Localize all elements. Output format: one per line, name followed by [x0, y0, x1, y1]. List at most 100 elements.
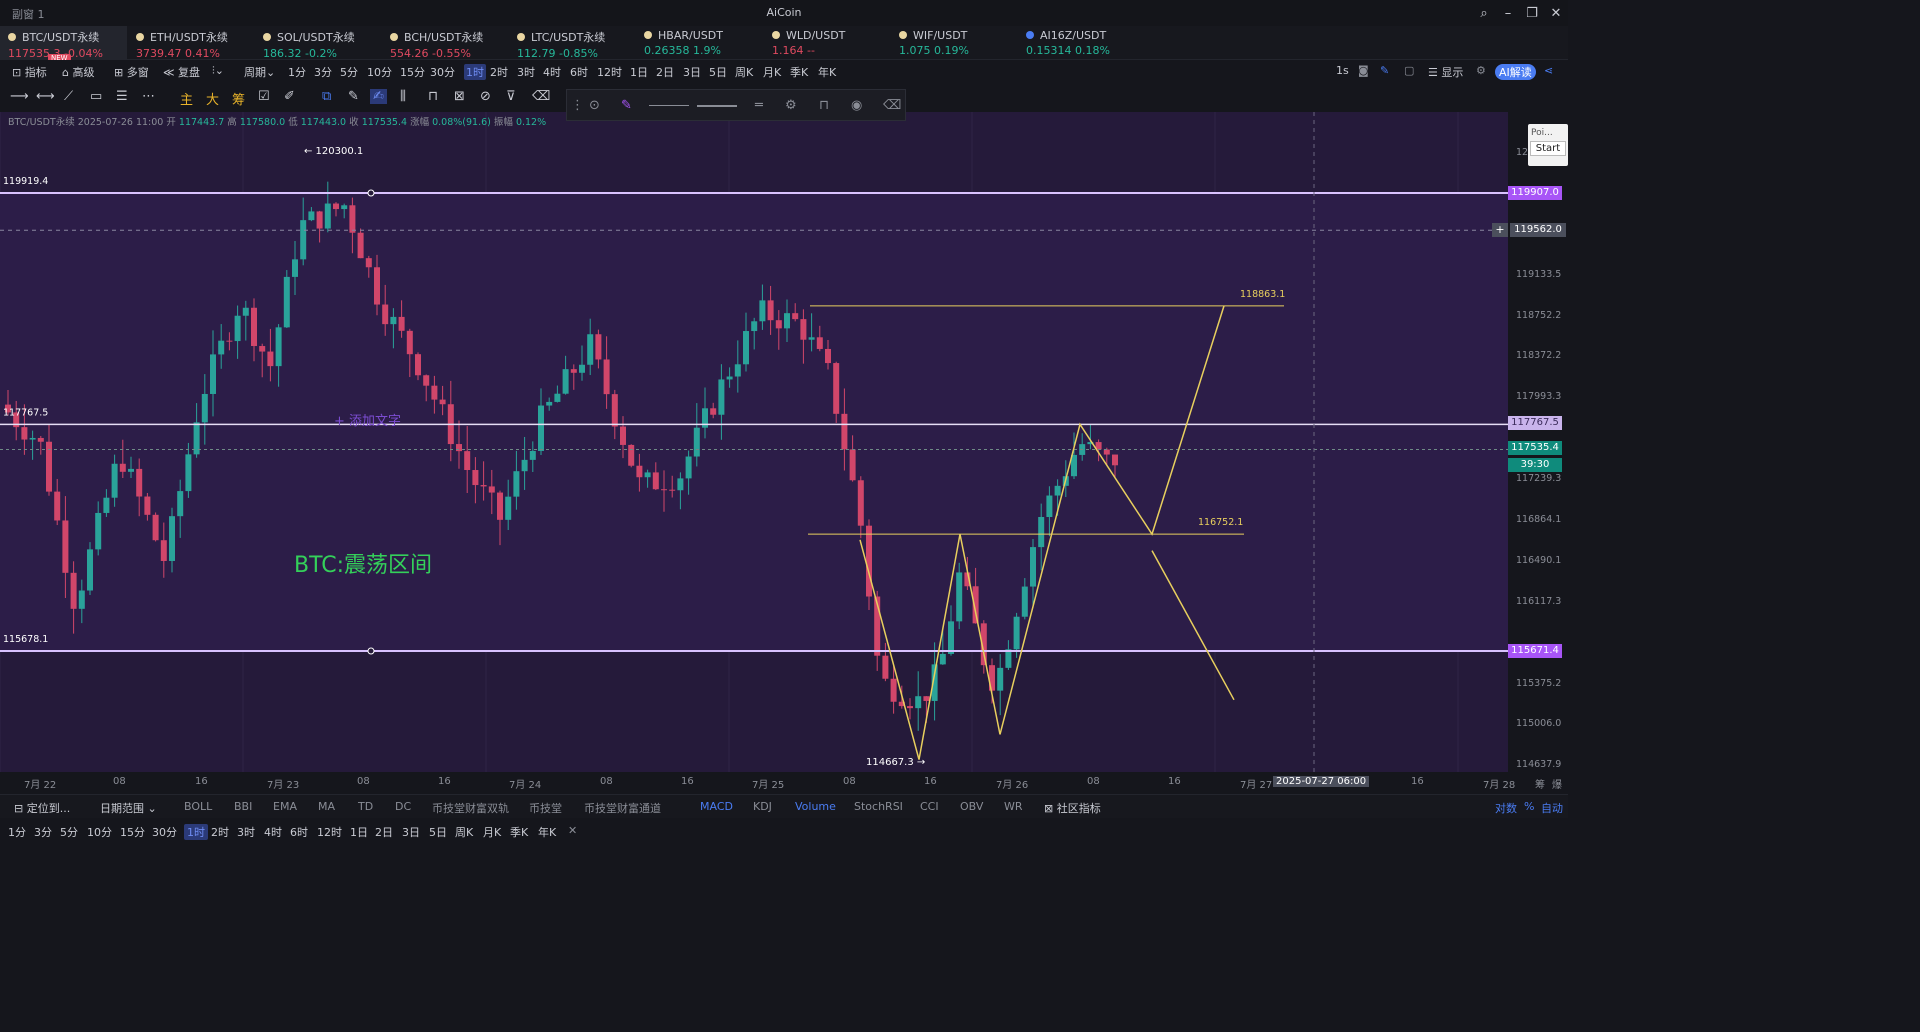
window-icon[interactable]: ▢ — [1404, 64, 1414, 77]
delete-icon[interactable]: ⌫ — [883, 98, 901, 113]
ticker-tab[interactable]: BTC/USDT永续 117535.3 -0.04% NEW — [0, 26, 127, 62]
price-chart[interactable]: 119919.4 117767.5 115678.1 118863.1 116752.1… — [0, 112, 1508, 772]
indicator-0[interactable]: BOLL — [184, 800, 212, 813]
indicator-6[interactable]: 币技堂财富双轨 — [432, 800, 509, 816]
period-19[interactable]: 年K — [818, 64, 836, 80]
lock-tool-icon[interactable]: ⊓ — [428, 89, 438, 104]
bottom-period-3[interactable]: 10分 — [87, 824, 112, 840]
bottom-period-16[interactable]: 周K — [455, 824, 473, 840]
line-width-select[interactable] — [697, 105, 737, 107]
period-2[interactable]: 5分 — [340, 64, 358, 80]
share-icon[interactable]: ⋖ — [1544, 64, 1553, 77]
display-button[interactable]: ☰ 显示 — [1428, 64, 1463, 80]
bottom-period-14[interactable]: 3日 — [402, 824, 420, 840]
bottom-period-8[interactable]: 3时 — [237, 824, 255, 840]
bottom-period-1[interactable]: 3分 — [34, 824, 52, 840]
indicator-8[interactable]: 币技堂财富通道 — [584, 800, 661, 816]
sub-indicator-4[interactable]: CCI — [920, 800, 939, 813]
period-1[interactable]: 3分 — [314, 64, 332, 80]
period-17[interactable]: 月K — [763, 64, 781, 80]
trend-tool-icon[interactable]: ⟋ — [64, 89, 73, 104]
liquidation-axis-icon[interactable]: 爆 — [1552, 776, 1562, 791]
edit-tool-icon[interactable]: ⊠ — [454, 89, 465, 104]
period-3[interactable]: 10分 — [367, 64, 392, 80]
period-dropdown[interactable]: 周期⌄ — [244, 64, 275, 80]
locate-button[interactable]: ⊟ 定位到... — [14, 800, 70, 816]
ruler-tool-icon[interactable]: ▭ — [90, 89, 102, 104]
replay-button[interactable]: ≪ 复盘 — [163, 64, 200, 80]
bottom-period-19[interactable]: 年K — [538, 824, 556, 840]
ticker-tab[interactable]: WLD/USDT 1.164 -- — [764, 26, 891, 60]
bottom-period-12[interactable]: 1日 — [350, 824, 368, 840]
sub-indicator-0[interactable]: MACD — [700, 800, 733, 813]
channel-tool-icon[interactable]: ☰ — [116, 89, 128, 104]
indicator-5[interactable]: DC — [395, 800, 411, 813]
period-5[interactable]: 30分 — [430, 64, 455, 80]
percent-scale-button[interactable]: % — [1524, 800, 1534, 813]
line-icon[interactable]: ═ — [755, 98, 763, 113]
ticker-tab[interactable]: BCH/USDT永续 554.26 -0.55% — [382, 26, 509, 60]
filter-tool-icon[interactable]: ⊽ — [506, 89, 516, 104]
pencil-tool-icon[interactable]: ✐ — [284, 89, 295, 104]
bottom-period-17[interactable]: 月K — [483, 824, 501, 840]
main-force-tool[interactable]: 主 — [180, 89, 193, 108]
line-tool-icon[interactable]: ⟶ — [10, 89, 29, 104]
chart-type-button[interactable]: ⫶⌄ — [212, 64, 224, 78]
bottom-period-10[interactable]: 6时 — [290, 824, 308, 840]
copy-tool-icon[interactable]: ⧉ — [322, 89, 331, 104]
more-tools-icon[interactable]: ⋯ — [142, 89, 155, 104]
minimize-icon[interactable]: – — [1496, 0, 1520, 26]
ticker-tab[interactable]: LTC/USDT永续 112.79 -0.85% — [509, 26, 636, 60]
ticker-tab[interactable]: HBAR/USDT 0.26358 1.9% — [636, 26, 763, 60]
period-13[interactable]: 2日 — [656, 64, 674, 80]
pen-icon[interactable]: ✎ — [1380, 64, 1389, 77]
magnet-tool-icon[interactable]: ⊘ — [480, 89, 491, 104]
period-8[interactable]: 3时 — [517, 64, 535, 80]
advanced-button[interactable]: ⌂ 高级 — [62, 64, 94, 80]
eye-icon[interactable]: ◉ — [851, 98, 862, 113]
chip-axis-icon[interactable]: 筹 — [1535, 776, 1545, 791]
big-order-tool[interactable]: 大 — [206, 89, 219, 108]
trash-tool-icon[interactable]: ⌫ — [532, 89, 550, 104]
bottom-period-13[interactable]: 2日 — [375, 824, 393, 840]
bottom-period-0[interactable]: 1分 — [8, 824, 26, 840]
indicator-button[interactable]: ⊡ 指标 — [12, 64, 47, 80]
interval-button[interactable]: 1s — [1336, 64, 1349, 77]
log-scale-button[interactable]: 对数 — [1495, 800, 1517, 816]
indicator-3[interactable]: MA — [318, 800, 335, 813]
draw-active-icon[interactable]: ✍ — [370, 89, 387, 104]
period-16[interactable]: 周K — [735, 64, 753, 80]
close-icon[interactable]: ✕ — [1544, 0, 1568, 26]
chip-tool[interactable]: 筹 — [232, 89, 245, 108]
multi-window-button[interactable]: ⊞ 多窗 — [114, 64, 149, 80]
bottom-period-11[interactable]: 12时 — [317, 824, 342, 840]
period-11[interactable]: 12时 — [597, 64, 622, 80]
indicator-2[interactable]: EMA — [273, 800, 297, 813]
template-icon[interactable]: ⊙ — [589, 98, 600, 113]
period-14[interactable]: 3日 — [683, 64, 701, 80]
ticker-tab[interactable]: WIF/USDT 1.075 0.19% — [891, 26, 1018, 60]
community-indicator-button[interactable]: ⊠ 社区指标 — [1044, 800, 1101, 816]
settings-icon[interactable]: ⚙ — [1476, 64, 1486, 77]
bottom-period-4[interactable]: 15分 — [120, 824, 145, 840]
sub-indicator-5[interactable]: OBV — [960, 800, 983, 813]
ticker-tab[interactable]: AI16Z/USDT 0.15314 0.18% — [1018, 26, 1145, 60]
ray-tool-icon[interactable]: ⟷ — [36, 89, 55, 104]
period-7[interactable]: 2时 — [490, 64, 508, 80]
period-4[interactable]: 15分 — [400, 64, 425, 80]
indicator-4[interactable]: TD — [358, 800, 373, 813]
bottom-period-6[interactable]: 1时 — [184, 824, 208, 840]
close-period-bar-icon[interactable]: ✕ — [568, 824, 577, 837]
ticker-tab[interactable]: ETH/USDT永续 3739.47 0.41% — [128, 26, 255, 60]
bottom-period-9[interactable]: 4时 — [264, 824, 282, 840]
bottom-period-15[interactable]: 5日 — [429, 824, 447, 840]
sub-indicator-3[interactable]: StochRSI — [854, 800, 903, 813]
bottom-period-7[interactable]: 2时 — [211, 824, 229, 840]
period-9[interactable]: 4时 — [543, 64, 561, 80]
check-tool-icon[interactable]: ☑ — [258, 89, 270, 104]
period-0[interactable]: 1分 — [288, 64, 306, 80]
line-style-select[interactable] — [649, 105, 689, 106]
camera-icon[interactable]: ◙ — [1358, 64, 1369, 77]
bottom-period-5[interactable]: 30分 — [152, 824, 177, 840]
sub-indicator-1[interactable]: KDJ — [753, 800, 772, 813]
